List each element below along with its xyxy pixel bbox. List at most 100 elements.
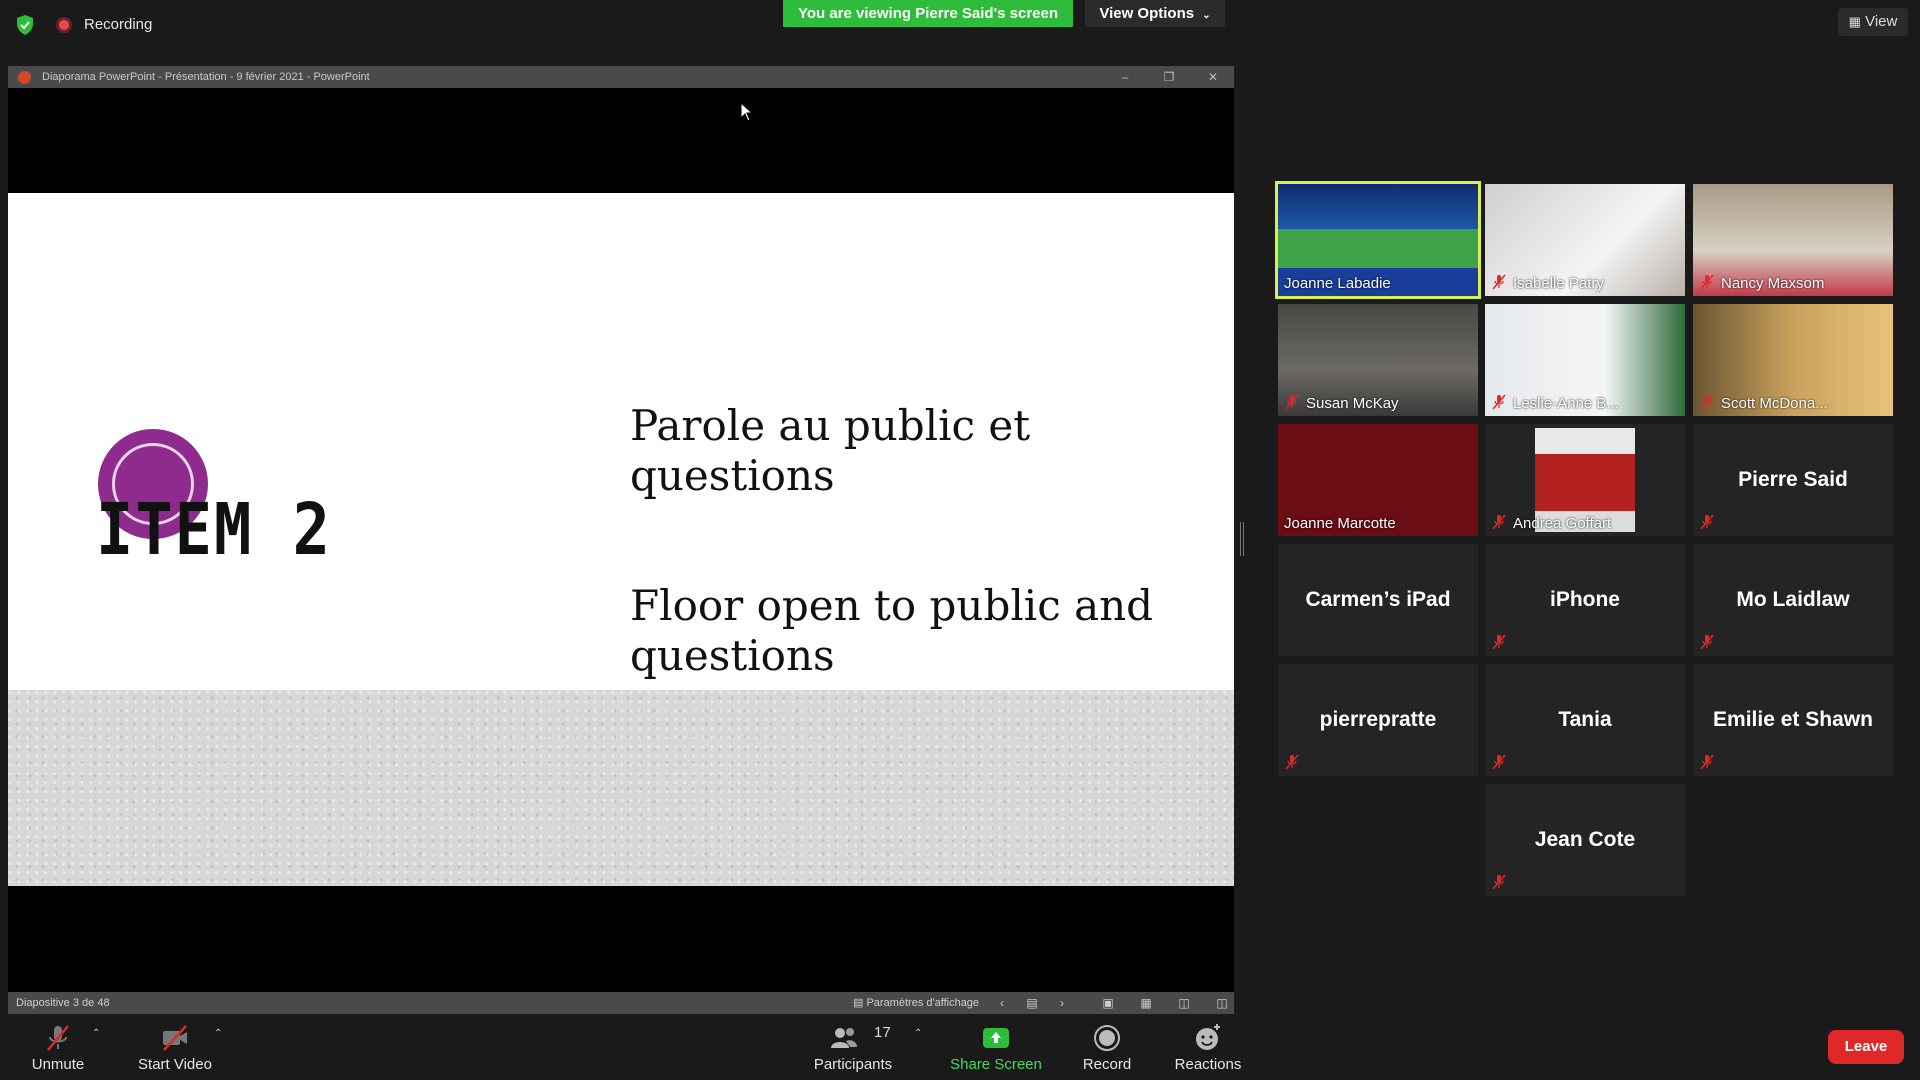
- display-settings-button[interactable]: ▤ Paramètres d'affichage: [853, 992, 979, 1014]
- recording-label: Recording: [84, 16, 153, 33]
- muted-microphone-icon: [1492, 754, 1506, 770]
- powerpoint-icon: [18, 71, 31, 84]
- slide-texture-band: [8, 690, 1234, 886]
- participants-label: Participants: [813, 1056, 893, 1073]
- reactions-label: Reactions: [1174, 1056, 1242, 1073]
- meeting-toolbar: Unmute ⌃ Start Video ⌃ 17 Participants ⌃…: [0, 1014, 1920, 1080]
- slide-text-english: Floor open to public and questions: [630, 581, 1154, 680]
- chevron-down-icon: ⌄: [1202, 10, 1211, 21]
- participant-name: Pierre Said: [1738, 468, 1848, 491]
- monitor-icon: ▤: [853, 997, 864, 1009]
- view-button[interactable]: ▦ View: [1838, 8, 1908, 36]
- participant-count: 17: [874, 1024, 891, 1041]
- participant-tile[interactable]: pierrepratte: [1278, 664, 1478, 776]
- participant-name: Scott McDona...: [1721, 395, 1828, 412]
- participant-tile[interactable]: Emilie et Shawn: [1693, 664, 1893, 776]
- unmute-label: Unmute: [31, 1056, 85, 1073]
- window-title: Diaporama PowerPoint - Présentation - 9 …: [42, 71, 370, 83]
- muted-microphone-icon: [1492, 394, 1506, 410]
- slide-menu-icon[interactable]: ▤: [1022, 992, 1042, 1014]
- audio-options-caret-icon[interactable]: ⌃: [92, 1028, 100, 1039]
- muted-microphone-icon: [1492, 514, 1506, 530]
- record-button[interactable]: Record: [1074, 1014, 1140, 1080]
- start-video-button[interactable]: Start Video: [130, 1014, 220, 1080]
- participant-tile[interactable]: Mo Laidlaw: [1693, 544, 1893, 656]
- participants-icon: [831, 1028, 857, 1048]
- muted-microphone-icon: [47, 1025, 69, 1051]
- muted-microphone-icon: [1700, 394, 1714, 410]
- unmute-button[interactable]: Unmute: [22, 1014, 94, 1080]
- muted-microphone-icon: [1285, 754, 1299, 770]
- powerpoint-title-bar: Diaporama PowerPoint - Présentation - 9 …: [8, 66, 1234, 88]
- muted-microphone-icon: [1285, 394, 1299, 410]
- participant-name: Joanne Labadie: [1284, 275, 1391, 292]
- view-options-button[interactable]: View Options ⌄: [1085, 0, 1225, 27]
- shield-icon[interactable]: [15, 14, 35, 36]
- slide-text-french: Parole au public et questions: [630, 401, 1031, 500]
- participant-tile[interactable]: Andrea Goffart: [1485, 424, 1685, 536]
- participant-tile[interactable]: Pierre Said: [1693, 424, 1893, 536]
- video-options-caret-icon[interactable]: ⌃: [214, 1028, 222, 1039]
- reading-view-icon[interactable]: ◫: [1174, 992, 1194, 1014]
- previous-slide-icon[interactable]: ‹: [992, 992, 1012, 1014]
- muted-microphone-icon: [1700, 514, 1714, 530]
- participant-tile[interactable]: Carmen’s iPad: [1278, 544, 1478, 656]
- participant-tile[interactable]: Jean Cote: [1485, 784, 1685, 896]
- muted-microphone-icon: [1492, 634, 1506, 650]
- participant-tile[interactable]: Nancy Maxsom: [1693, 184, 1893, 296]
- leave-button[interactable]: Leave: [1828, 1030, 1904, 1064]
- muted-microphone-icon: [1700, 754, 1714, 770]
- participant-tile[interactable]: Joanne Labadie: [1275, 181, 1481, 299]
- minimize-icon[interactable]: –: [1110, 66, 1140, 88]
- record-icon: [1094, 1025, 1120, 1051]
- share-screen-label: Share Screen: [950, 1056, 1042, 1073]
- participant-name: Mo Laidlaw: [1736, 588, 1850, 611]
- close-icon[interactable]: ✕: [1198, 66, 1228, 88]
- slide-sorter-icon[interactable]: ▦: [1136, 992, 1156, 1014]
- participant-name: Leslie-Anne B...: [1513, 395, 1619, 412]
- participants-button[interactable]: 17 Participants: [808, 1014, 898, 1080]
- reactions-icon: [1196, 1024, 1220, 1050]
- muted-microphone-icon: [1492, 874, 1506, 890]
- participants-options-caret-icon[interactable]: ⌃: [914, 1028, 922, 1039]
- participant-name: pierrepratte: [1319, 708, 1437, 731]
- participant-tile[interactable]: Isabelle Patry: [1485, 184, 1685, 296]
- display-settings-label: Paramètres d'affichage: [866, 997, 980, 1009]
- record-label: Record: [1082, 1056, 1132, 1073]
- participant-name: Tania: [1558, 708, 1612, 731]
- participant-tile[interactable]: iPhone: [1485, 544, 1685, 656]
- item-label: ITEM 2: [96, 487, 332, 572]
- participant-name: Nancy Maxsom: [1721, 275, 1825, 292]
- video-off-icon: [163, 1025, 187, 1051]
- muted-microphone-icon: [1700, 274, 1714, 290]
- participant-name: Susan McKay: [1306, 395, 1399, 412]
- share-screen-button[interactable]: Share Screen: [946, 1014, 1046, 1080]
- view-button-label: View: [1865, 13, 1898, 30]
- participant-name: iPhone: [1549, 588, 1620, 611]
- slideshow-icon[interactable]: ◫: [1212, 992, 1232, 1014]
- share-screen-icon: [983, 1028, 1009, 1048]
- participant-name: Carmen’s iPad: [1305, 588, 1451, 611]
- panel-resize-handle[interactable]: [1240, 522, 1244, 556]
- participant-name: Jean Cote: [1534, 828, 1636, 851]
- participant-tile[interactable]: Tania: [1485, 664, 1685, 776]
- normal-view-icon[interactable]: ▣: [1098, 992, 1118, 1014]
- slide-counter: Diapositive 3 de 48: [16, 997, 110, 1009]
- next-slide-icon[interactable]: ›: [1052, 992, 1072, 1014]
- viewing-banner: You are viewing Pierre Said's screen: [783, 0, 1073, 27]
- shared-screen[interactable]: Diaporama PowerPoint - Présentation - 9 …: [8, 66, 1234, 1014]
- powerpoint-status-bar: Diapositive 3 de 48 ▤ Paramètres d'affic…: [8, 992, 1234, 1014]
- grid-icon: ▦: [1848, 14, 1861, 29]
- participant-name: Joanne Marcotte: [1284, 515, 1396, 532]
- mouse-cursor-icon: [740, 102, 754, 122]
- recording-icon[interactable]: [56, 17, 72, 33]
- participant-tile[interactable]: Leslie-Anne B...: [1485, 304, 1685, 416]
- participant-tile[interactable]: Joanne Marcotte: [1278, 424, 1478, 536]
- reactions-button[interactable]: Reactions: [1168, 1014, 1248, 1080]
- participant-tile[interactable]: Susan McKay: [1278, 304, 1478, 416]
- slide: ITEM 2 Parole au public et questions Flo…: [8, 193, 1234, 886]
- participant-tile[interactable]: Scott McDona...: [1693, 304, 1893, 416]
- muted-microphone-icon: [1492, 274, 1506, 290]
- participant-name: Isabelle Patry: [1513, 275, 1604, 292]
- restore-icon[interactable]: ❐: [1154, 66, 1184, 88]
